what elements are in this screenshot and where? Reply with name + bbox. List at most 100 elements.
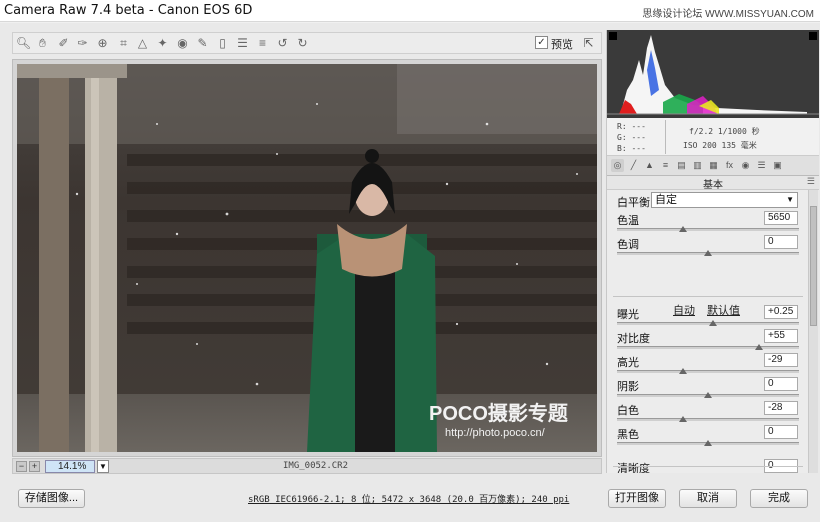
- white-balance-icon[interactable]: ✐: [55, 35, 72, 52]
- slider-label: 阴影: [617, 381, 639, 393]
- slider-label: 黑色: [617, 429, 639, 441]
- slider-value-input[interactable]: +0.25: [764, 305, 798, 319]
- slider-label: 白色: [617, 405, 639, 417]
- zoom-out-button[interactable]: −: [16, 461, 27, 472]
- panel-scrollbar[interactable]: [808, 190, 818, 473]
- graduated-filter-icon[interactable]: ▯: [214, 35, 231, 52]
- target-adjust-icon[interactable]: ⊕: [94, 35, 111, 52]
- cancel-button[interactable]: 取消: [679, 489, 737, 508]
- effects-tab-icon[interactable]: ▦: [707, 159, 720, 172]
- done-button[interactable]: 完成: [750, 489, 808, 508]
- slider-value-input[interactable]: -28: [764, 401, 798, 415]
- title-bar: Camera Raw 7.4 beta - Canon EOS 6D 思缘设计论…: [0, 0, 820, 22]
- slider-thumb[interactable]: [679, 226, 687, 232]
- window-title: Camera Raw 7.4 beta - Canon EOS 6D: [4, 3, 253, 18]
- scrollbar-thumb[interactable]: [810, 206, 817, 326]
- slider-thumb[interactable]: [704, 392, 712, 398]
- rotate-cw-icon[interactable]: ↻: [294, 35, 311, 52]
- slider-value-input[interactable]: 0: [764, 425, 798, 439]
- info-readout: R: --- G: --- B: --- f/2.2 1/1000 秒 ISO …: [607, 118, 819, 156]
- straighten-icon[interactable]: △: [134, 35, 151, 52]
- slider-thumb[interactable]: [679, 368, 687, 374]
- readout-r: R: ---: [617, 122, 646, 131]
- photo-watermark-url: http://photo.poco.cn/: [445, 427, 546, 439]
- slider-track[interactable]: [617, 322, 799, 325]
- open-image-button[interactable]: 打开图像: [608, 489, 666, 508]
- slider-value-input[interactable]: 0: [764, 377, 798, 391]
- readout-g: G: ---: [617, 133, 646, 142]
- rotate-ccw-icon[interactable]: ↺: [274, 35, 291, 52]
- radial-filter-icon[interactable]: ☰: [234, 35, 251, 52]
- save-image-button[interactable]: 存储图像...: [18, 489, 85, 508]
- white-balance-label: 白平衡:: [617, 197, 654, 209]
- section-header: 基本 ☰: [607, 176, 819, 191]
- slider-value-input[interactable]: 5650: [764, 211, 798, 225]
- slider-track[interactable]: [617, 418, 799, 421]
- slider-thumb[interactable]: [709, 320, 717, 326]
- basic-tab-icon[interactable]: ◎: [611, 159, 624, 172]
- slider-thumb[interactable]: [679, 416, 687, 422]
- lens-tab-icon[interactable]: ▥: [691, 159, 704, 172]
- crop-icon[interactable]: ⌗: [115, 35, 132, 52]
- readout-divider: [665, 120, 666, 154]
- divider: [613, 296, 803, 297]
- slider-value-input[interactable]: 0: [764, 235, 798, 249]
- slider-track[interactable]: [617, 370, 799, 373]
- slider-track[interactable]: [617, 228, 799, 231]
- shadow-clipping-icon: [609, 32, 617, 40]
- slider-thumb[interactable]: [755, 344, 763, 350]
- toolbar: 🔍︎ ✋︎ ✐ ✑ ⊕ ⌗ △ ✦ ◉ ✎ ▯ ☰ ≡ ↺ ↻ ✓ 预览 ⇱: [12, 32, 602, 54]
- bottom-bar: 存储图像... sRGB IEC61966-2.1; 8 位; 5472 x 3…: [0, 479, 820, 522]
- detail-tab-icon[interactable]: ▲: [643, 159, 656, 172]
- slider-value-input[interactable]: +55: [764, 329, 798, 343]
- fullscreen-icon[interactable]: ⇱: [580, 35, 597, 52]
- photo-watermark-brand: POCO摄影专题: [429, 401, 569, 425]
- tone-curve-tab-icon[interactable]: ╱: [627, 159, 640, 172]
- readout-b: B: ---: [617, 144, 646, 153]
- snapshots-tab-icon[interactable]: ▣: [771, 159, 784, 172]
- red-eye-icon[interactable]: ◉: [174, 35, 191, 52]
- file-name: IMG_0052.CR2: [283, 461, 349, 471]
- adjustment-panel: R: --- G: --- B: --- f/2.2 1/1000 秒 ISO …: [606, 30, 819, 473]
- zoom-bar: − + 14.1% ▼ IMG_0052.CR2: [12, 458, 602, 474]
- section-menu-icon[interactable]: ☰: [807, 176, 815, 187]
- zoom-dropdown[interactable]: ▼: [97, 460, 109, 473]
- photo-preview: POCO摄影专题 http://photo.poco.cn/: [17, 64, 597, 452]
- slider-thumb[interactable]: [704, 250, 712, 256]
- spot-removal-icon[interactable]: ✦: [154, 35, 171, 52]
- hsl-tab-icon[interactable]: ≡: [659, 159, 672, 172]
- color-sampler-icon[interactable]: ✑: [74, 35, 91, 52]
- hand-icon[interactable]: ✋︎: [34, 35, 51, 52]
- zoom-level[interactable]: 14.1%: [45, 460, 95, 473]
- slider-label: 对比度: [617, 333, 650, 345]
- panel-tabs: ◎ ╱ ▲ ≡ ▤ ▥ ▦ fx ◉ ☰ ▣: [607, 156, 819, 176]
- auto-link[interactable]: 自动: [673, 302, 695, 318]
- white-balance-value: 自定: [655, 194, 677, 206]
- readout-iso: ISO 200 135 毫米: [683, 141, 757, 150]
- histogram: [607, 30, 819, 118]
- fx-tab-icon[interactable]: fx: [723, 159, 736, 172]
- white-balance-select[interactable]: 自定 ▼: [651, 192, 798, 208]
- presets-tab-icon[interactable]: ☰: [755, 159, 768, 172]
- zoom-icon[interactable]: 🔍︎: [15, 35, 32, 52]
- slider-track[interactable]: [617, 346, 799, 349]
- workspace: 🔍︎ ✋︎ ✐ ✑ ⊕ ⌗ △ ✦ ◉ ✎ ▯ ☰ ≡ ↺ ↻ ✓ 预览 ⇱ P…: [0, 23, 820, 522]
- slider-value-input[interactable]: -29: [764, 353, 798, 367]
- preview-label: 预览: [551, 39, 573, 51]
- readout-aperture: f/2.2 1/1000 秒: [689, 127, 760, 136]
- slider-label: 色温: [617, 215, 639, 227]
- preview-checkbox[interactable]: ✓: [535, 36, 548, 49]
- zoom-in-button[interactable]: +: [29, 461, 40, 472]
- image-canvas[interactable]: POCO摄影专题 http://photo.poco.cn/: [12, 59, 602, 457]
- divider: [613, 466, 803, 467]
- site-watermark: 思缘设计论坛 WWW.MISSYUAN.COM: [642, 9, 814, 20]
- slider-thumb[interactable]: [704, 440, 712, 446]
- camera-calibration-tab-icon[interactable]: ◉: [739, 159, 752, 172]
- default-link[interactable]: 默认值: [707, 302, 740, 318]
- split-toning-tab-icon[interactable]: ▤: [675, 159, 688, 172]
- basic-controls: 白平衡: 自定 ▼ 色温 5650 色调 0 自动 默认值 曝光 +0.25 对比度 +55…: [607, 190, 809, 473]
- adjustment-brush-icon[interactable]: ✎: [194, 35, 211, 52]
- slider-label: 色调: [617, 239, 639, 251]
- workflow-options-link[interactable]: sRGB IEC61966-2.1; 8 位; 5472 x 3648 (20.…: [248, 492, 569, 505]
- preferences-icon[interactable]: ≡: [254, 35, 271, 52]
